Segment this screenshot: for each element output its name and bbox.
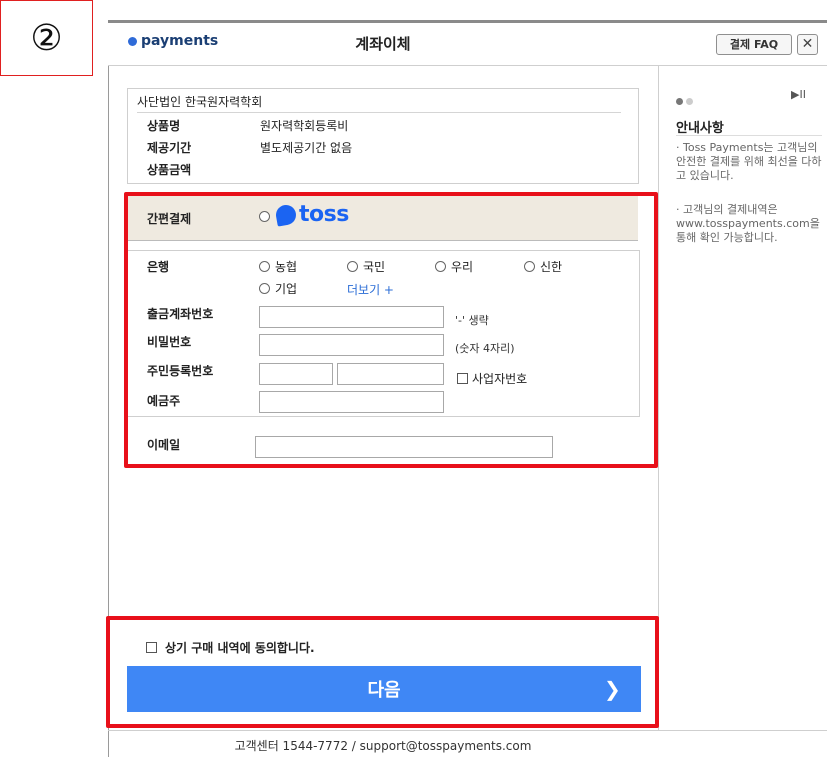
notice-title: 안내사항: [676, 121, 724, 136]
step-number: ②: [30, 17, 63, 59]
next-button[interactable]: 다음 ❯: [127, 666, 641, 712]
slide-indicator[interactable]: [676, 90, 696, 109]
product-name-value: 원자력학회등록비: [260, 119, 349, 133]
chevron-right-icon: ❯: [604, 677, 621, 701]
period-value: 별도제공기간 없음: [260, 141, 353, 155]
agree-checkbox[interactable]: 상기 구매 내역에 동의합니다.: [146, 639, 315, 656]
customer-center-info: 고객센터 1544-7772 / support@tosspayments.co…: [234, 739, 532, 753]
notice-text-1: · Toss Payments는 고객님의 안전한 결제를 위해 최선을 다하고…: [676, 141, 822, 182]
merchant-name: 사단법인 한국원자력학회: [137, 95, 263, 109]
product-name-label: 상품명: [147, 119, 181, 133]
amount-underline: [260, 183, 366, 184]
faq-button[interactable]: 결제 FAQ: [716, 34, 792, 55]
agree-label: 상기 구매 내역에 동의합니다.: [165, 641, 315, 655]
notice-divider: [676, 135, 822, 136]
play-pause-icon[interactable]: ▶II: [791, 88, 806, 101]
merchant-divider: [137, 112, 621, 113]
page-title: 계좌이체: [355, 35, 411, 53]
checkbox-icon[interactable]: [146, 642, 157, 653]
footer-divider: [108, 730, 827, 731]
close-button[interactable]: ✕: [797, 34, 818, 55]
highlight-box-form: [124, 192, 658, 468]
next-button-label: 다음: [367, 680, 401, 701]
period-label: 제공기간: [147, 141, 192, 155]
slide-dot[interactable]: [686, 98, 693, 105]
amount-label: 상품금액: [147, 163, 192, 177]
slide-dot-active[interactable]: [676, 98, 683, 105]
notice-text-2: · 고객님의 결제내역은 www.tosspayments.com을 통해 확인…: [676, 203, 820, 244]
